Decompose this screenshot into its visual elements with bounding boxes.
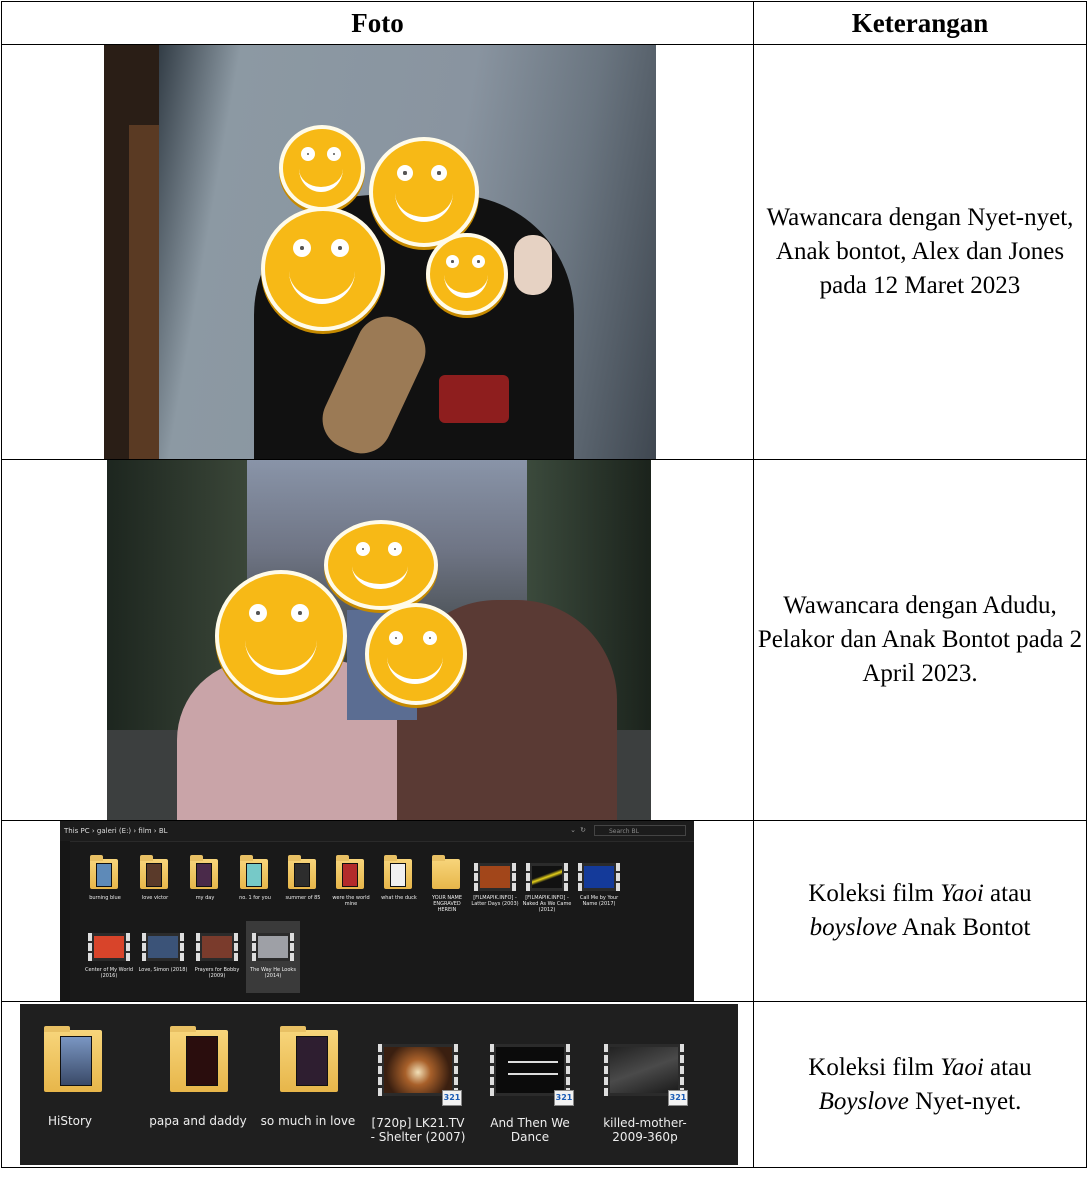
video-file-item[interactable]: [FILMAPIK.INFO] - Naked As We Came (2012… — [522, 851, 572, 921]
description-cell-1: Wawancara dengan Nyet-nyet, Anak bontot,… — [753, 44, 1087, 460]
smiley-face-icon — [261, 207, 385, 331]
folder-item[interactable]: burning blue — [82, 851, 128, 911]
video-file-item[interactable]: 321 And Then We Dance — [480, 1022, 580, 1152]
folder-icon — [90, 855, 118, 889]
photo-cell-3: This PC › galeri (E:) › film › BL ⌄ ↻ Se… — [1, 820, 754, 1002]
search-input[interactable]: Search BL — [594, 825, 686, 836]
video-thumbnail-icon — [578, 863, 620, 891]
description-cell-3: Koleksi film Yaoi atau boyslove Anak Bon… — [753, 820, 1087, 1002]
file-explorer-window-1: This PC › galeri (E:) › film › BL ⌄ ↻ Se… — [60, 821, 694, 1001]
folder-item[interactable]: papa and daddy — [148, 1022, 248, 1132]
video-thumbnail-icon — [378, 1044, 458, 1096]
video-file-item[interactable]: Love, Simon (2018) — [138, 925, 188, 995]
video-file-item[interactable]: Call Me by Your Name (2017) — [574, 851, 624, 921]
video-thumbnail-icon — [142, 933, 184, 961]
video-file-item[interactable]: Center of My World (2016) — [84, 925, 134, 995]
media-player-badge-icon: 321 — [668, 1090, 688, 1106]
interview-photo-2 — [107, 460, 651, 820]
description-cell-2: Wawancara dengan Adudu, Pelakor dan Anak… — [753, 459, 1087, 821]
folder-item[interactable]: HiStory — [30, 1022, 110, 1132]
description-cell-4: Koleksi film Yaoi atau Boyslove Nyet-nye… — [753, 1001, 1087, 1168]
folder-icon — [384, 855, 412, 889]
header-description: Keterangan — [753, 1, 1087, 45]
smiley-face-icon — [279, 125, 365, 211]
video-file-item[interactable]: [FILMAPIK.INFO] - Latter Days (2003) — [470, 851, 520, 921]
smiley-face-icon — [365, 603, 467, 705]
video-thumbnail-icon — [88, 933, 130, 961]
folder-icon — [288, 855, 316, 889]
smiley-face-icon — [215, 570, 347, 702]
folder-item[interactable]: what the duck — [376, 851, 422, 911]
folder-icon — [140, 855, 168, 889]
folder-item[interactable]: no. 1 for you — [232, 851, 278, 911]
photo-cell-4: HiStory papa and daddy so much in love 3… — [1, 1001, 754, 1168]
folder-icon — [240, 855, 268, 889]
smiley-face-icon — [426, 233, 508, 315]
media-player-badge-icon: 321 — [554, 1090, 574, 1106]
photo-cell-1 — [1, 44, 754, 460]
folder-icon — [336, 855, 364, 889]
document-table: Foto Keterangan Wawancara dengan Nyet-ny… — [1, 1, 1087, 1168]
video-file-item[interactable]: 321 [720p] LK21.TV - Shelter (2007) — [368, 1022, 468, 1152]
refresh-icon[interactable]: ↻ — [580, 826, 586, 834]
header-photo: Foto — [1, 1, 754, 45]
video-thumbnail-icon — [526, 863, 568, 891]
video-thumbnail-icon — [252, 933, 294, 961]
video-thumbnail-icon — [604, 1044, 684, 1096]
address-bar: This PC › galeri (E:) › film › BL ⌄ ↻ Se… — [60, 821, 694, 842]
video-thumbnail-icon — [490, 1044, 570, 1096]
breadcrumb[interactable]: This PC › galeri (E:) › film › BL — [64, 827, 168, 835]
smiley-face-icon — [369, 137, 479, 247]
chevron-down-icon[interactable]: ⌄ — [570, 826, 576, 834]
folder-icon — [280, 1026, 338, 1092]
folder-item[interactable]: my day — [182, 851, 228, 911]
folder-icon — [44, 1026, 102, 1092]
video-thumbnail-icon — [474, 863, 516, 891]
video-file-item[interactable]: Prayers for Bobby (2009) — [192, 925, 242, 995]
folder-icon — [170, 1026, 228, 1092]
file-explorer-window-2: HiStory papa and daddy so much in love 3… — [20, 1004, 738, 1165]
navigation-pane — [60, 841, 70, 1001]
photo-cell-2 — [1, 459, 754, 821]
folder-item[interactable]: summer of 85 — [280, 851, 326, 911]
folder-icon — [432, 855, 460, 889]
folder-item[interactable]: were the world mine — [328, 851, 374, 911]
folder-item[interactable]: so much in love — [256, 1022, 360, 1132]
folder-item[interactable]: love victor — [132, 851, 178, 911]
smiley-face-icon — [324, 520, 438, 610]
video-thumbnail-icon — [196, 933, 238, 961]
video-file-item[interactable]: The Way He Looks (2014) — [248, 925, 298, 995]
media-player-badge-icon: 321 — [442, 1090, 462, 1106]
video-file-item[interactable]: 321 killed-mother-2009-360p — [590, 1022, 700, 1152]
folder-item[interactable]: YOUR NAME ENGRAVED HEREIN — [424, 851, 470, 913]
folder-icon — [190, 855, 218, 889]
interview-photo-1 — [104, 45, 656, 459]
